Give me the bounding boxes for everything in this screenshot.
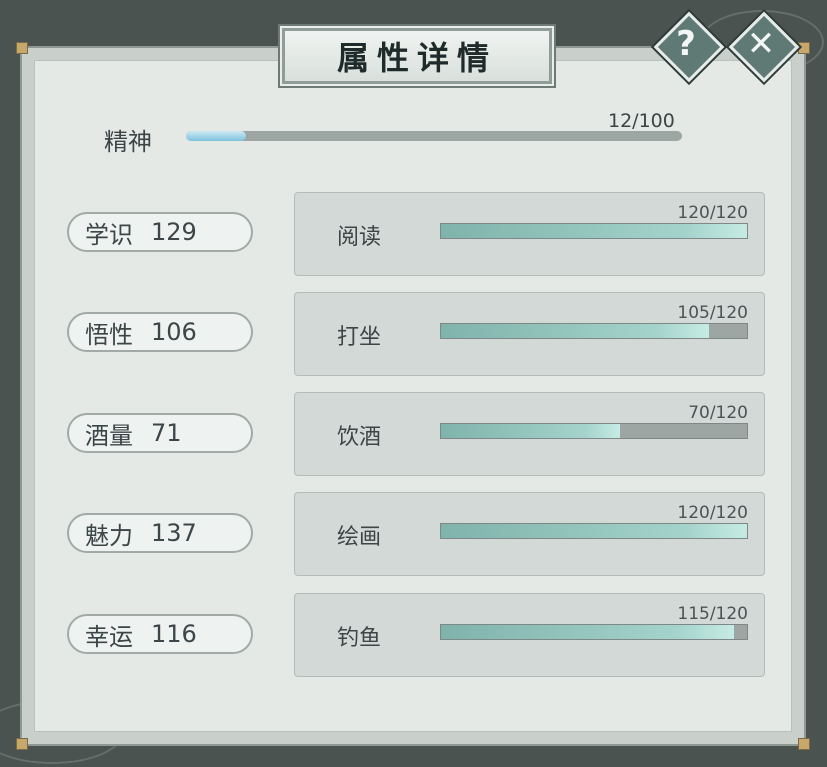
skill-name: 饮酒	[337, 425, 382, 450]
attribute-name: 学识	[85, 220, 133, 249]
skill-card: 阅读 120/120	[294, 192, 765, 276]
skill-progress-bar	[440, 624, 748, 640]
panel-corner	[798, 738, 810, 750]
skill-progress-fill	[441, 224, 747, 238]
spirit-progress-fill	[186, 131, 246, 141]
skill-progress-bar	[440, 223, 748, 239]
attribute-pill: 魅力 137	[67, 513, 253, 553]
skill-name: 绘画	[337, 525, 382, 550]
attribute-name: 魅力	[85, 521, 133, 550]
attribute-pill: 酒量 71	[67, 413, 253, 453]
skill-card: 绘画 120/120	[294, 492, 765, 576]
attribute-name: 酒量	[85, 421, 133, 450]
skill-value: 105/120	[677, 303, 748, 323]
close-icon[interactable]: ✕	[732, 15, 790, 73]
attribute-value: 106	[151, 318, 197, 346]
spirit-value: 12/100	[608, 110, 675, 132]
attribute-value: 116	[151, 620, 197, 648]
skill-card: 钓鱼 115/120	[294, 593, 765, 677]
panel-corner	[16, 42, 28, 54]
skill-name: 阅读	[337, 225, 382, 250]
panel-corner	[16, 738, 28, 750]
attribute-value: 129	[151, 218, 197, 246]
spirit-label: 精神	[104, 128, 152, 156]
skill-name: 钓鱼	[337, 626, 382, 651]
attribute-pill: 学识 129	[67, 212, 253, 252]
skill-progress-fill	[441, 625, 735, 639]
skill-progress-bar	[440, 323, 748, 339]
attribute-pill: 悟性 106	[67, 312, 253, 352]
skill-progress-fill	[441, 324, 709, 338]
skill-progress-bar	[440, 523, 748, 539]
page-title: 属性详情	[336, 39, 497, 77]
title-plaque: 属性详情	[282, 28, 552, 84]
skill-value: 70/120	[688, 403, 748, 423]
skill-value: 115/120	[677, 604, 748, 624]
skill-card: 饮酒 70/120	[294, 392, 765, 476]
skill-progress-fill	[441, 524, 747, 538]
attribute-value: 71	[151, 419, 182, 447]
attribute-value: 137	[151, 519, 197, 547]
spirit-progress-bar	[186, 131, 682, 141]
attribute-name: 悟性	[85, 320, 133, 349]
skill-card: 打坐 105/120	[294, 292, 765, 376]
skill-value: 120/120	[677, 503, 748, 523]
panel-corner	[798, 42, 810, 54]
attribute-name: 幸运	[85, 622, 133, 651]
help-icon[interactable]: ?	[657, 15, 715, 73]
attribute-pill: 幸运 116	[67, 614, 253, 654]
skill-value: 120/120	[677, 203, 748, 223]
skill-progress-fill	[441, 424, 620, 438]
skill-progress-bar	[440, 423, 748, 439]
skill-name: 打坐	[337, 325, 382, 350]
